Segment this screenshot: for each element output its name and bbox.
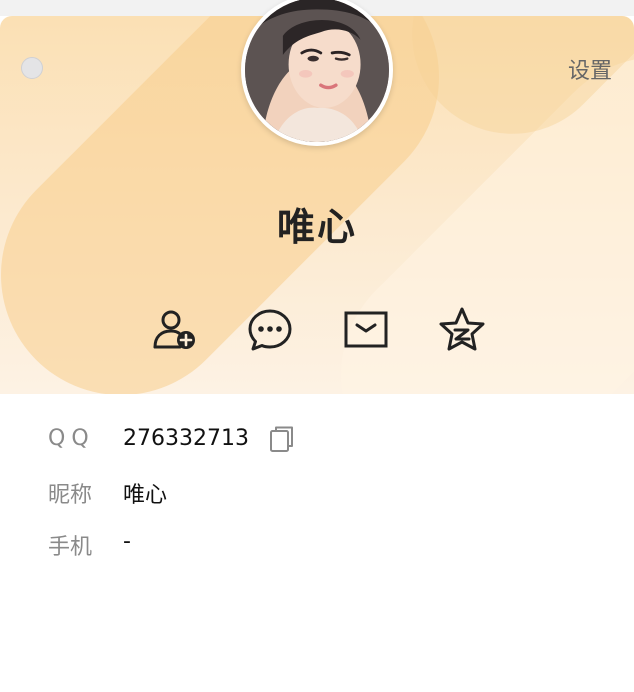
nickname-row: 昵称 唯心 [0,471,634,511]
add-user-icon [153,310,195,349]
phone-value: - [123,529,131,554]
avatar[interactable] [241,0,393,146]
send-mail-button[interactable] [342,306,390,354]
mail-icon [344,311,388,348]
qq-row: QQ 276332713 [0,420,634,460]
close-window-button[interactable] [21,57,43,79]
qq-label: QQ [48,426,95,451]
send-message-button[interactable] [246,306,294,354]
qq-number: 276332713 [123,426,249,451]
qzone-button[interactable] [438,306,486,354]
settings-link[interactable]: 设置 [568,53,612,85]
star-z-icon [439,307,485,351]
profile-name: 唯心 [276,205,357,249]
profile-actions [0,306,634,354]
nickname-label: 昵称 [48,483,93,508]
phone-row: 手机 - [0,523,634,563]
nickname-value: 唯心 [123,483,168,508]
copy-icon[interactable] [268,424,296,454]
chat-bubble-icon [248,309,292,351]
phone-label: 手机 [48,535,93,560]
avatar-photo [245,0,389,142]
add-friend-button[interactable] [150,306,198,354]
